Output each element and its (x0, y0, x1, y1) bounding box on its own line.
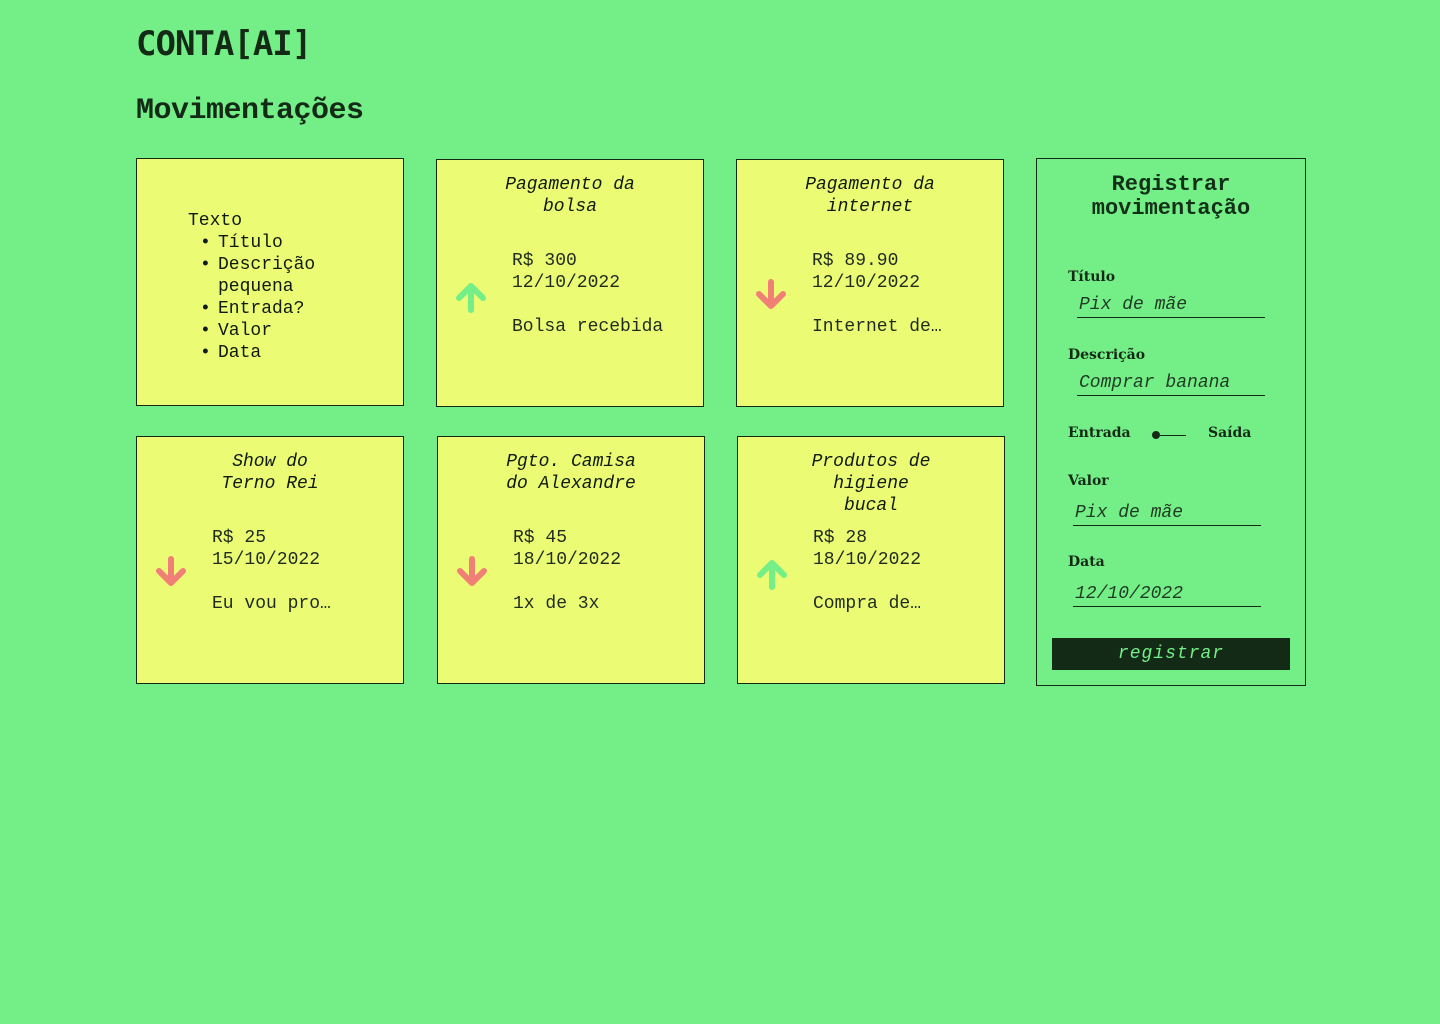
transaction-card[interactable]: Show do Terno Rei R$ 25 15/10/2022 Eu vo… (136, 436, 404, 684)
arrow-down-icon (756, 279, 786, 309)
card-value: R$ 45 (513, 528, 568, 548)
transaction-card[interactable]: Produtos de higiene bucal R$ 28 18/10/20… (737, 436, 1005, 684)
card-value: R$ 28 (813, 528, 868, 548)
data-label: Data (1068, 554, 1105, 570)
card-title: Produtos de higiene bucal (811, 452, 931, 516)
card-value: R$ 25 (212, 528, 267, 548)
app-logo: CONTA[AI] (136, 24, 312, 64)
card-date: 18/10/2022 (813, 550, 922, 570)
card-description: Bolsa recebida (512, 317, 664, 337)
legend-item: Descrição pequena (200, 254, 338, 298)
legend-item: Título (200, 232, 338, 254)
titulo-label: Título (1068, 269, 1116, 285)
data-input[interactable] (1073, 582, 1261, 607)
descricao-label: Descrição (1068, 347, 1146, 363)
card-value: R$ 300 (512, 251, 577, 271)
legend-heading: Texto (188, 211, 243, 231)
legend-list: Título Descrição pequena Entrada? Valor … (188, 232, 338, 364)
toggle-knob[interactable] (1152, 431, 1160, 439)
card-date: 12/10/2022 (512, 273, 621, 293)
card-description: Internet de… (812, 317, 942, 337)
register-form: Registrar movimentação Título Descrição … (1036, 158, 1306, 686)
card-description: Compra de… (813, 594, 922, 614)
card-title: Pagamento da bolsa (505, 175, 635, 217)
page-title: Movimentações (136, 94, 364, 128)
arrow-down-icon (457, 556, 487, 586)
entrada-label: Entrada (1068, 425, 1131, 441)
card-date: 12/10/2022 (812, 273, 921, 293)
arrow-up-icon (456, 283, 486, 313)
legend-item: Data (200, 342, 338, 364)
legend-card: Texto Título Descrição pequena Entrada? … (136, 158, 404, 406)
legend-item: Entrada? (200, 298, 338, 320)
arrow-up-icon (757, 560, 787, 590)
card-date: 18/10/2022 (513, 550, 622, 570)
legend-item: Valor (200, 320, 338, 342)
form-title: Registrar movimentação (1091, 172, 1251, 221)
descricao-input[interactable] (1077, 371, 1265, 396)
entrada-saida-toggle[interactable] (1152, 429, 1186, 441)
card-title: Pagamento da internet (805, 175, 935, 217)
saida-label: Saída (1208, 425, 1252, 441)
card-title: Show do Terno Rei (221, 452, 319, 494)
card-title: Pgto. Camisa do Alexandre (506, 452, 636, 494)
transaction-card[interactable]: Pagamento da bolsa R$ 300 12/10/2022 Bol… (436, 159, 704, 407)
transaction-card[interactable]: Pgto. Camisa do Alexandre R$ 45 18/10/20… (437, 436, 705, 684)
register-button[interactable]: registrar (1052, 638, 1290, 670)
card-value: R$ 89.90 (812, 251, 899, 271)
arrow-down-icon (156, 556, 186, 586)
card-date: 15/10/2022 (212, 550, 321, 570)
transaction-card[interactable]: Pagamento da internet R$ 89.90 12/10/202… (736, 159, 1004, 407)
titulo-input[interactable] (1077, 293, 1265, 318)
valor-input[interactable] (1073, 501, 1261, 526)
card-description: 1x de 3x (513, 594, 600, 614)
valor-label: Valor (1068, 473, 1109, 489)
card-description: Eu vou pro… (212, 594, 331, 614)
